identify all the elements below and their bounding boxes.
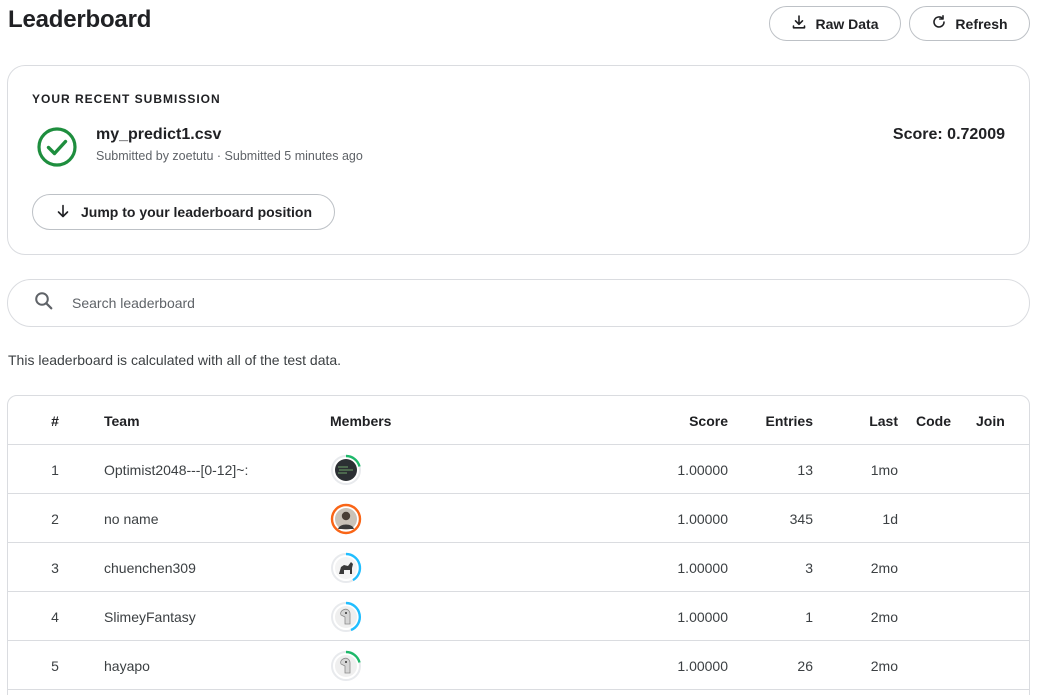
column-entries[interactable]: Entries xyxy=(748,396,813,445)
table-row[interactable]: 4 SlimeyFantasy 1.00000 1 2mo xyxy=(8,592,1029,641)
refresh-button[interactable]: Refresh xyxy=(909,6,1030,41)
row-rank: 2 xyxy=(51,510,59,527)
table-row[interactable]: 2 no name 1.00000 345 1d xyxy=(8,494,1029,543)
table-row[interactable]: 1 Optimist2048---[0-12]~: 1.00000 13 1mo xyxy=(8,445,1029,494)
table-header: # Team Members Score Entries Last Code J… xyxy=(8,396,1029,445)
row-members xyxy=(330,641,530,690)
row-team-name[interactable]: SlimeyFantasy xyxy=(104,592,314,641)
row-team-name[interactable]: Optimist2048---[0-12]~: xyxy=(104,445,314,494)
submission-heading: YOUR RECENT SUBMISSION xyxy=(32,92,221,106)
row-entries: 1 xyxy=(805,608,813,625)
table-row[interactable]: 3 chuenchen309 1.00000 3 2mo xyxy=(8,543,1029,592)
arrow-down-icon xyxy=(55,203,71,222)
row-members xyxy=(330,543,530,592)
recent-submission-card: YOUR RECENT SUBMISSION my_predict1.csv S… xyxy=(7,65,1030,255)
search-bar[interactable] xyxy=(7,279,1030,327)
row-team-name[interactable]: hayapo xyxy=(104,641,314,690)
row-entries: 13 xyxy=(797,461,813,478)
avatar[interactable] xyxy=(330,650,362,682)
column-code: Code xyxy=(916,412,951,429)
check-circle-icon xyxy=(36,126,78,168)
leaderboard-note: This leaderboard is calculated with all … xyxy=(8,352,342,368)
row-entries: 26 xyxy=(797,657,813,674)
jump-label: Jump to your leaderboard position xyxy=(80,204,313,220)
avatar[interactable] xyxy=(330,601,362,633)
column-rank[interactable]: # xyxy=(38,396,72,445)
table-row[interactable]: 5 hayapo 1.00000 26 2mo xyxy=(8,641,1029,690)
row-rank: 1 xyxy=(51,461,59,478)
leaderboard-table: # Team Members Score Entries Last Code J… xyxy=(7,395,1030,695)
refresh-icon xyxy=(931,14,947,33)
download-icon xyxy=(791,14,807,33)
row-score: 1.00000 xyxy=(677,657,728,674)
jump-to-position-button[interactable]: Jump to your leaderboard position xyxy=(32,194,335,230)
submission-score: Score: 0.72009 xyxy=(892,126,1005,143)
row-last: 2mo xyxy=(870,608,898,625)
raw-data-button[interactable]: Raw Data xyxy=(769,6,901,41)
column-team[interactable]: Team xyxy=(104,396,314,445)
row-score: 1.00000 xyxy=(677,608,728,625)
row-last: 1d xyxy=(882,510,898,527)
column-members: Members xyxy=(330,412,392,429)
submission-file-name: my_predict1.csv xyxy=(96,126,222,143)
column-join: Join xyxy=(976,412,1005,429)
page-title: Leaderboard xyxy=(8,6,152,33)
row-rank: 4 xyxy=(51,608,59,625)
row-members xyxy=(330,445,530,494)
row-team-name[interactable]: no name xyxy=(104,494,314,543)
row-score: 1.00000 xyxy=(677,559,728,576)
row-members xyxy=(330,592,530,641)
avatar[interactable] xyxy=(330,503,362,535)
submission-meta: Submitted by zoetutu · Submitted 5 minut… xyxy=(96,149,363,163)
row-last: 2mo xyxy=(870,657,898,674)
row-score: 1.00000 xyxy=(677,510,728,527)
row-last: 2mo xyxy=(870,559,898,576)
refresh-label: Refresh xyxy=(955,15,1008,32)
row-entries: 345 xyxy=(789,510,813,527)
raw-data-label: Raw Data xyxy=(815,15,879,32)
row-rank: 3 xyxy=(51,559,59,576)
search-input[interactable] xyxy=(72,295,972,311)
avatar[interactable] xyxy=(330,552,362,584)
row-last: 1mo xyxy=(870,461,898,478)
column-score[interactable]: Score xyxy=(608,396,728,445)
column-last[interactable]: Last xyxy=(828,396,898,445)
avatar[interactable] xyxy=(330,454,362,486)
row-rank: 5 xyxy=(51,657,59,674)
row-members xyxy=(330,494,530,543)
row-score: 1.00000 xyxy=(677,461,728,478)
row-team-name[interactable]: chuenchen309 xyxy=(104,543,314,592)
row-entries: 3 xyxy=(805,559,813,576)
search-icon xyxy=(8,291,54,316)
